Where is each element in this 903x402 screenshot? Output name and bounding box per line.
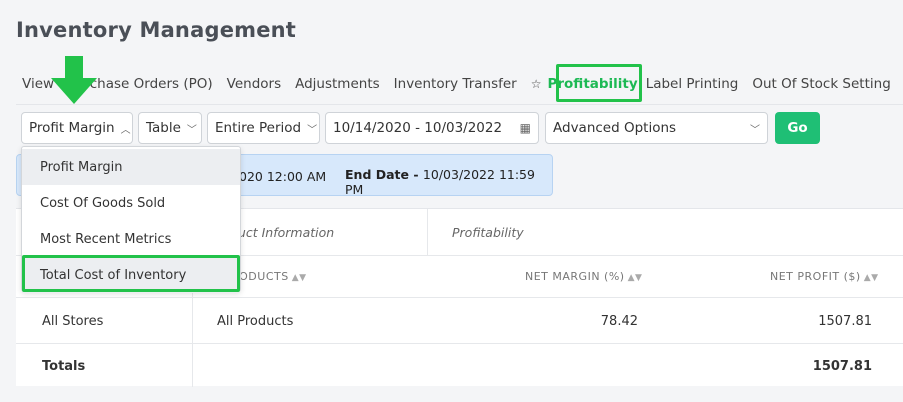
menu-item-cost-of-goods-sold[interactable]: Cost Of Goods Sold [22,185,240,221]
group-divider [427,209,428,255]
page-title: Inventory Management [16,18,297,42]
menu-item-most-recent-metrics[interactable]: Most Recent Metrics [22,221,240,257]
totals-label: Totals [42,359,86,374]
row-net-margin: 78.42 [600,314,638,329]
sort-icon[interactable]: ▲▼ [292,273,307,283]
report-type-value: Profit Margin [29,120,115,136]
tab-inventory-transfer[interactable]: Inventory Transfer [394,76,517,92]
tab-label-printing[interactable]: Label Printing [646,76,739,92]
column-header-products[interactable]: RODUCTS ▲▼ [231,270,307,283]
start-date-value: 020 12:00 AM [239,169,327,184]
tab-adjustments[interactable]: Adjustments [295,76,380,92]
column-header-divider [16,297,903,298]
end-date-info: End Date - 10/03/2022 11:59 PM [345,167,535,197]
chevron-up-icon: ︿ [120,124,131,136]
tab-out-of-stock-setting[interactable]: Out Of Stock Setting [752,76,890,92]
report-type-select[interactable]: Profit Margin ︿ [21,112,133,144]
row-net-profit: 1507.81 [818,314,872,329]
end-date-label: End Date [345,167,410,182]
advanced-options-select[interactable]: Advanced Options ﹀ [545,112,768,144]
date-range-value: 10/14/2020 - 10/03/2022 [333,120,503,136]
sort-icon[interactable]: ▲▼ [628,273,643,283]
go-button[interactable]: Go [775,112,820,144]
period-select[interactable]: Entire Period ﹀ [207,112,320,144]
advanced-options-value: Advanced Options [553,120,677,136]
menu-item-profit-margin[interactable]: Profit Margin [22,149,240,185]
view-select[interactable]: Table ﹀ [138,112,202,144]
column-header-net-margin[interactable]: NET MARGIN (%) ▲▼ [525,270,642,283]
row-divider [16,343,903,344]
star-icon[interactable]: ☆ [531,77,542,91]
tab-profitability[interactable]: Profitability [547,76,637,92]
column-header-net-profit[interactable]: NET PROFIT ($) ▲▼ [770,270,879,283]
period-value: Entire Period [215,120,302,136]
group-header-profitability: Profitability [452,225,524,240]
chevron-down-icon: ﹀ [307,124,318,136]
row-store: All Stores [42,314,104,329]
calendar-icon[interactable]: ▦ [514,121,531,135]
date-range-input[interactable]: 10/14/2020 - 10/03/2022 ▦ [325,112,539,144]
tab-vendors[interactable]: Vendors [227,76,281,92]
row-product: All Products [217,314,294,329]
report-type-menu: Profit Margin Cost Of Goods Sold Most Re… [21,146,241,293]
chevron-down-icon: ﹀ [186,124,197,136]
nav-divider [16,104,903,105]
tab-view[interactable]: View [22,76,54,92]
group-header-product: duct Information [230,225,335,240]
arrow-down-icon [51,56,97,104]
chevron-down-icon: ﹀ [750,124,760,136]
menu-item-total-cost-of-inventory[interactable]: Total Cost of Inventory [22,257,240,293]
sort-icon[interactable]: ▲▼ [864,273,879,283]
totals-net-profit: 1507.81 [812,359,872,374]
nav-tabs: View Purchase Orders (PO) Vendors Adjust… [22,72,903,96]
view-value: Table [146,120,181,136]
